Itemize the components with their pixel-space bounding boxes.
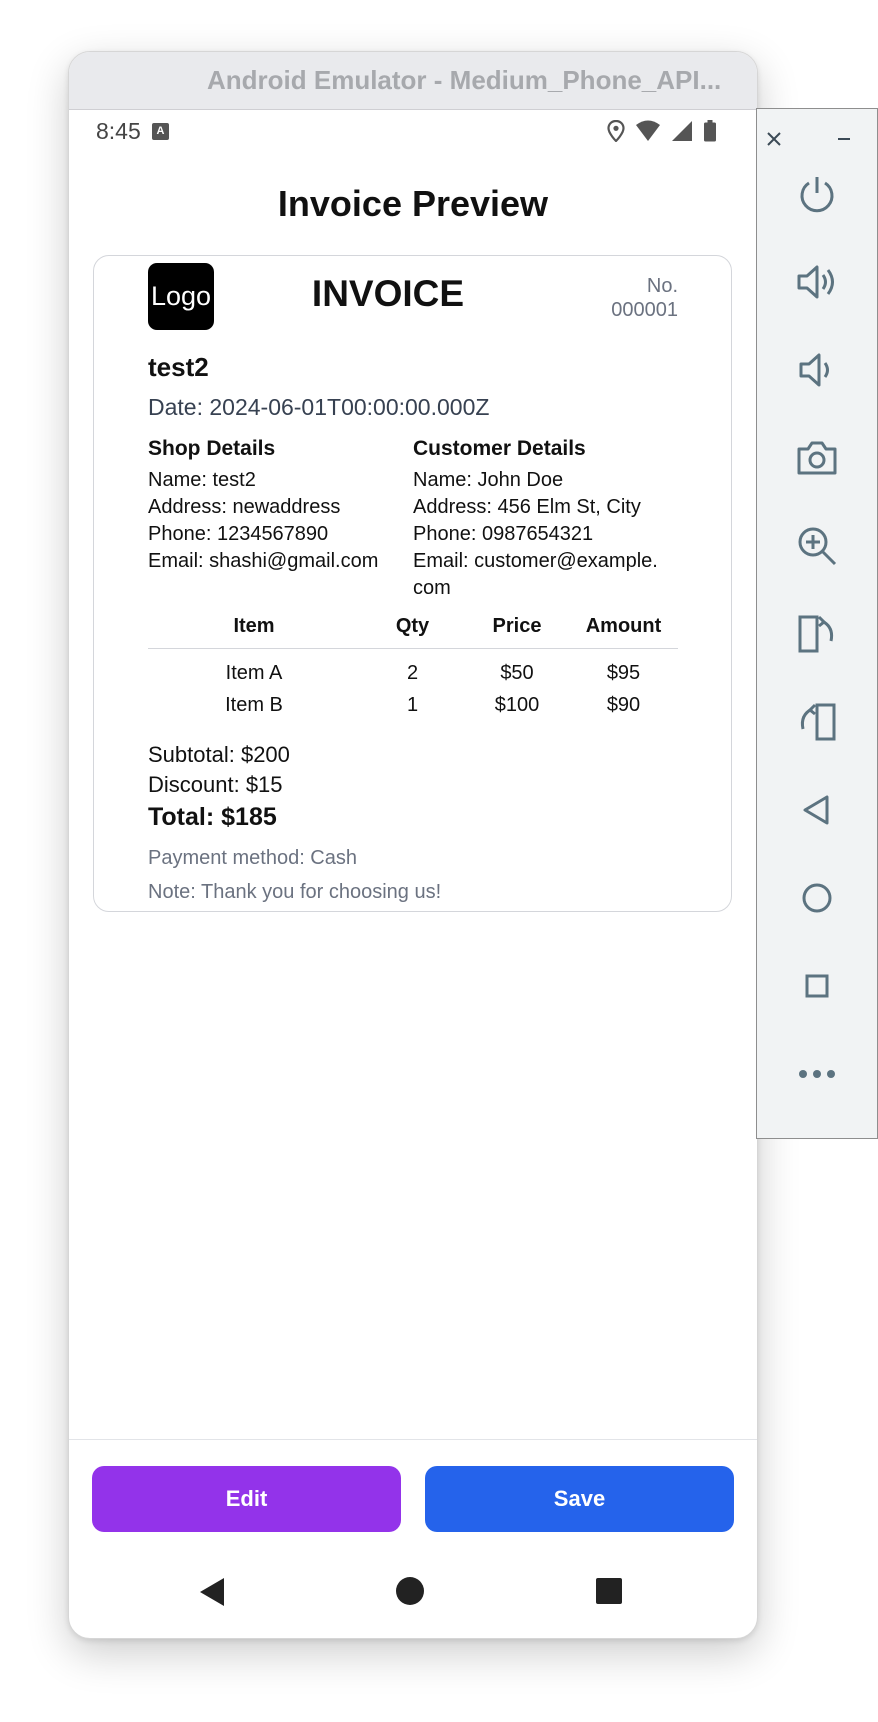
close-icon[interactable] <box>741 127 807 151</box>
discount: Discount: $15 <box>148 772 283 797</box>
items-table: Item Qty Price Amount Item A 2 $50 $95 I… <box>148 615 678 721</box>
table-row: Item B 1 $100 $90 <box>148 689 678 721</box>
column-header-item: Item <box>148 615 360 649</box>
shop-name: test2 <box>148 352 209 382</box>
shop-detail-address: Address: newaddress <box>148 496 341 518</box>
invoice-number-label: No. <box>646 275 678 297</box>
items-table-header: Item Qty Price Amount <box>148 615 678 649</box>
cell-qty: 1 <box>406 693 419 716</box>
payment-method: Payment method: Cash <box>148 847 357 869</box>
home-icon[interactable] <box>757 873 877 923</box>
emulator-side-toolbar <box>756 108 878 1139</box>
emulator-title: Android Emulator - Medium_Phone_API... <box>207 65 722 95</box>
status-clock: 8:45 <box>96 118 141 144</box>
save-button[interactable]: Save <box>425 1466 734 1532</box>
volume-down-icon[interactable] <box>757 345 877 395</box>
back-icon[interactable] <box>757 785 877 835</box>
invoice-heading: INVOICE <box>311 273 465 314</box>
rotate-left-icon[interactable] <box>757 609 877 659</box>
emulator-title-bar[interactable]: Android Emulator - Medium_Phone_API... <box>69 52 757 110</box>
shop-detail-name: Name: test2 <box>148 469 256 491</box>
nav-home-icon[interactable] <box>395 1576 425 1606</box>
invoice-card: Logo INVOICE No. 000001 test2 Date: 2024… <box>93 255 732 912</box>
customer-detail-phone: Phone: 0987654321 <box>413 523 594 545</box>
battery-icon <box>704 120 716 142</box>
android-nav-bar <box>69 1560 757 1630</box>
customer-detail-email: Email: customer@example.com <box>413 550 658 599</box>
customer-details: Customer Details Name: John Doe Address:… <box>413 437 663 602</box>
status-icons <box>607 120 717 142</box>
invoice-number-value: 000001 <box>611 299 678 321</box>
invoice-note: Note: Thank you for choosing us! <box>148 881 442 903</box>
nav-recents-icon[interactable] <box>595 1577 623 1605</box>
cell-item: Item A <box>225 661 283 684</box>
overview-icon[interactable] <box>757 961 877 1011</box>
power-icon[interactable] <box>757 169 877 219</box>
cell-price: $100 <box>494 693 540 716</box>
rotate-right-icon[interactable] <box>757 697 877 747</box>
status-bar: 8:45 A <box>69 109 757 155</box>
page-title: Invoice Preview <box>277 183 549 224</box>
column-header-price: Price <box>465 615 569 649</box>
invoice-date: Date: 2024-06-01T00:00:00.000Z <box>148 394 490 420</box>
wifi-icon <box>636 120 660 141</box>
more-icon[interactable] <box>757 1049 877 1099</box>
minimize-icon[interactable] <box>811 127 877 151</box>
cell-amount: $95 <box>606 661 641 684</box>
customer-details-title: Customer Details <box>413 437 586 460</box>
notification-a-icon: A <box>152 123 169 140</box>
nav-back-icon[interactable] <box>198 1577 226 1607</box>
subtotal: Subtotal: $200 <box>148 742 290 767</box>
customer-detail-name: Name: John Doe <box>413 469 564 491</box>
column-header-amount: Amount <box>569 615 678 649</box>
customer-detail-address: Address: 456 Elm St, City <box>413 496 641 518</box>
shop-detail-email: Email: shashi@gmail.com <box>148 550 379 572</box>
shop-details: Shop Details Name: test2 Address: newadd… <box>148 437 408 575</box>
shop-detail-phone: Phone: 1234567890 <box>148 523 329 545</box>
cell-price: $50 <box>500 661 534 684</box>
shop-logo: Logo <box>148 263 214 330</box>
invoice-number: No. 000001 <box>611 274 678 322</box>
cell-qty: 2 <box>406 661 419 684</box>
cell-item: Item B <box>225 693 283 716</box>
emulator-window: Android Emulator - Medium_Phone_API... 8… <box>68 51 758 1639</box>
column-header-qty: Qty <box>360 615 465 649</box>
totals: Subtotal: $200 Discount: $15 Total: $185 <box>148 740 290 834</box>
edit-button[interactable]: Edit <box>92 1466 401 1532</box>
grand-total: Total: $185 <box>148 803 277 831</box>
volume-up-icon[interactable] <box>757 257 877 307</box>
camera-icon[interactable] <box>757 433 877 483</box>
signal-icon <box>672 121 692 141</box>
zoom-in-icon[interactable] <box>757 521 877 571</box>
table-row: Item A 2 $50 $95 <box>148 649 678 690</box>
location-icon <box>607 120 625 142</box>
shop-details-title: Shop Details <box>148 437 276 460</box>
cell-amount: $90 <box>606 693 641 716</box>
bottom-divider <box>69 1439 757 1440</box>
